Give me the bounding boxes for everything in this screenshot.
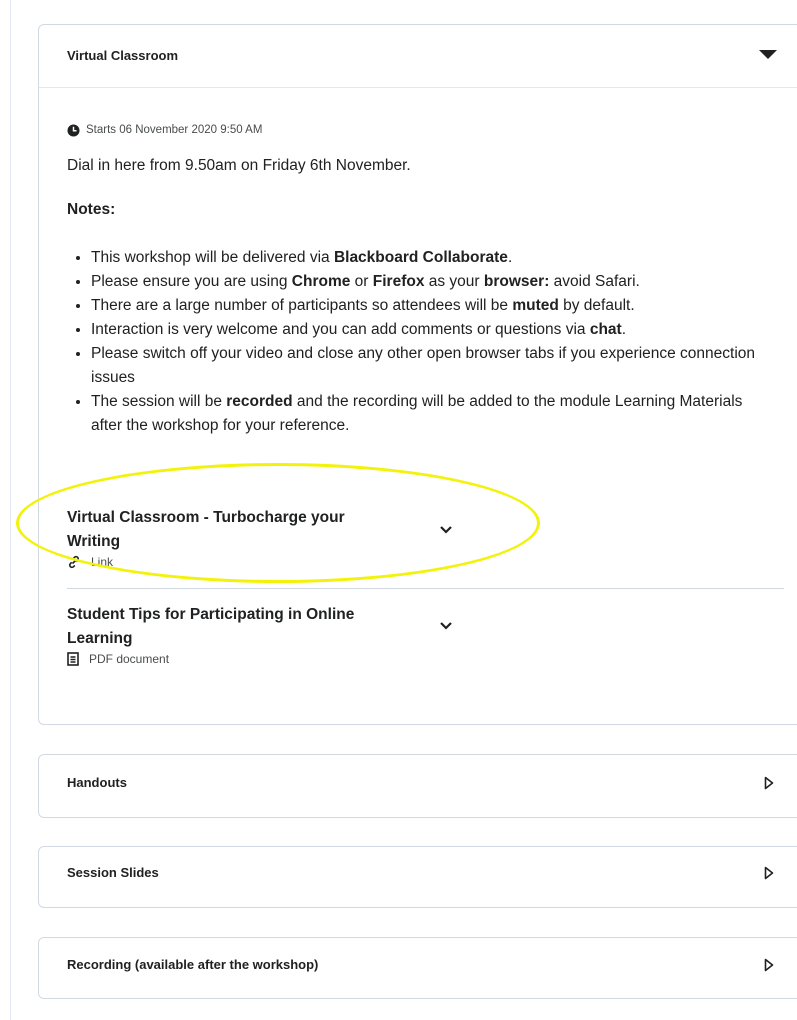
panel-title: Virtual Classroom bbox=[67, 48, 179, 63]
panel-title: Session Slides bbox=[67, 865, 159, 880]
header-divider bbox=[39, 87, 797, 88]
handouts-panel[interactable]: Handouts bbox=[38, 754, 797, 818]
virtual-classroom-panel: Virtual Classroom Starts 06 November 202… bbox=[38, 24, 797, 725]
chevron-down-icon[interactable] bbox=[439, 621, 453, 631]
notes-list: This workshop will be delivered via Blac… bbox=[63, 246, 771, 438]
content-item-type: PDF document bbox=[67, 652, 387, 666]
note-item: Please switch off your video and close a… bbox=[91, 342, 771, 390]
content-item-turbocharge[interactable]: Virtual Classroom - Turbocharge your Wri… bbox=[67, 506, 387, 569]
notes-heading: Notes: bbox=[67, 201, 116, 218]
panel-header[interactable]: Virtual Classroom bbox=[39, 25, 797, 87]
content-item-title[interactable]: Virtual Classroom - Turbocharge your Wri… bbox=[67, 506, 387, 554]
item-separator bbox=[67, 588, 784, 589]
note-item: There are a large number of participants… bbox=[91, 294, 771, 318]
intro-text: Dial in here from 9.50am on Friday 6th N… bbox=[67, 157, 411, 174]
expand-caret-icon[interactable] bbox=[764, 958, 774, 972]
note-item: Please ensure you are using Chrome or Fi… bbox=[91, 270, 771, 294]
note-item: This workshop will be delivered via Blac… bbox=[91, 246, 771, 270]
start-time-text: Starts 06 November 2020 9:50 AM bbox=[86, 124, 263, 136]
expand-caret-icon[interactable] bbox=[764, 776, 774, 790]
collapse-caret-icon[interactable] bbox=[759, 50, 777, 59]
content-item-type: Link bbox=[67, 555, 387, 569]
expand-caret-icon[interactable] bbox=[764, 866, 774, 880]
content-item-student-tips[interactable]: Student Tips for Participating in Online… bbox=[67, 603, 387, 666]
note-item: The session will be recorded and the rec… bbox=[91, 390, 771, 438]
note-item: Interaction is very welcome and you can … bbox=[91, 318, 771, 342]
document-icon bbox=[67, 652, 79, 666]
chevron-down-icon[interactable] bbox=[439, 525, 453, 535]
link-icon bbox=[69, 555, 79, 569]
content-item-title[interactable]: Student Tips for Participating in Online… bbox=[67, 603, 387, 651]
clock-icon bbox=[67, 123, 80, 137]
recording-panel[interactable]: Recording (available after the workshop) bbox=[38, 937, 797, 999]
session-slides-panel[interactable]: Session Slides bbox=[38, 846, 797, 908]
start-time: Starts 06 November 2020 9:50 AM bbox=[67, 121, 262, 139]
panel-title: Handouts bbox=[67, 775, 127, 790]
panel-title: Recording (available after the workshop) bbox=[67, 957, 319, 972]
left-rule bbox=[10, 0, 11, 1020]
